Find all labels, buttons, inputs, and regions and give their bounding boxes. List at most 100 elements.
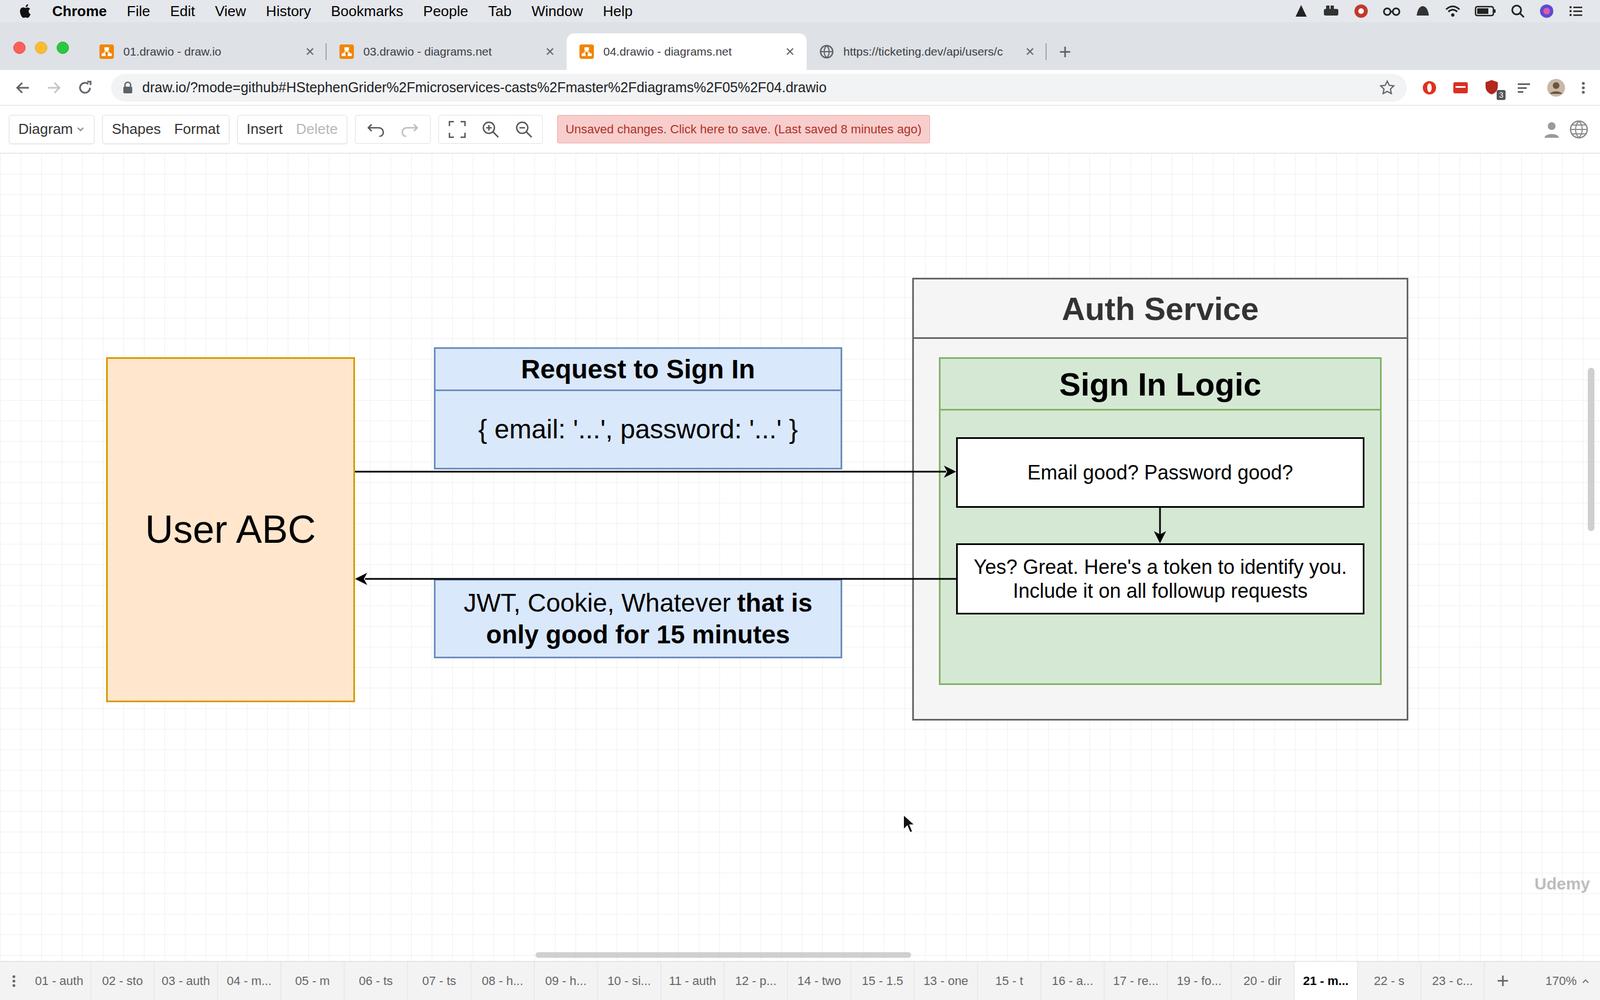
- url-text[interactable]: draw.io/?mode=github#HStephenGrider%2Fmi…: [142, 77, 1379, 99]
- tab-close-button[interactable]: ×: [1025, 43, 1035, 60]
- window-controls: [0, 22, 87, 70]
- forward-icon[interactable]: [45, 79, 63, 97]
- battery-icon[interactable]: [1474, 3, 1497, 19]
- search-icon[interactable]: [1510, 3, 1526, 19]
- page-tab[interactable]: 13 - one: [914, 961, 978, 1000]
- fit-page-icon[interactable]: [447, 120, 467, 139]
- zoom-out-icon[interactable]: [514, 120, 534, 139]
- menu-item[interactable]: File: [126, 0, 150, 23]
- page-tab[interactable]: 05 - m: [281, 961, 345, 1000]
- logic-step-node[interactable]: Yes? Great. Here's a token to identify y…: [956, 543, 1365, 615]
- pages-menu-icon[interactable]: [11, 972, 17, 990]
- address-bar[interactable]: draw.io/?mode=github#HStephenGrider%2Fmi…: [111, 73, 1407, 102]
- menu-item[interactable]: People: [423, 0, 469, 23]
- zoom-in-icon[interactable]: [481, 120, 500, 139]
- browser-tab[interactable]: 01.drawio - draw.io×: [86, 33, 327, 70]
- zoom-window-button[interactable]: [56, 41, 69, 54]
- menu-item[interactable]: View: [215, 0, 247, 23]
- menu-item[interactable]: Tab: [488, 0, 512, 23]
- status-triangle-icon[interactable]: [1293, 3, 1309, 19]
- page-tab-label: 07 - ts: [422, 971, 457, 990]
- toolbar-button[interactable]: Insert: [246, 118, 283, 140]
- menu-item[interactable]: History: [266, 0, 312, 23]
- page-menu[interactable]: [0, 961, 28, 1000]
- menu-item[interactable]: Window: [531, 0, 583, 23]
- shield-extension[interactable]: 3: [1483, 78, 1502, 97]
- page-tab[interactable]: 21 - m...: [1294, 961, 1358, 1000]
- browser-tab[interactable]: 04.drawio - diagrams.net×: [566, 33, 807, 70]
- menu-item[interactable]: Help: [602, 0, 633, 23]
- bookmark-star-icon[interactable]: [1378, 79, 1396, 97]
- page-tab[interactable]: 09 - h...: [534, 961, 598, 1000]
- toolbar-button[interactable]: Format: [173, 118, 220, 140]
- tab-close-button[interactable]: ×: [785, 43, 795, 60]
- page-tab[interactable]: 20 - dir: [1231, 961, 1295, 1000]
- zoom-control[interactable]: 170%: [1545, 961, 1600, 1000]
- page-tab[interactable]: 14 - two: [787, 961, 852, 1000]
- undo-icon[interactable]: [364, 122, 386, 137]
- profile-avatar-icon[interactable]: [1546, 78, 1566, 98]
- save-notice[interactable]: Unsaved changes. Click here to save. (La…: [557, 115, 930, 144]
- sign-in-logic-node[interactable]: Sign In Logic: [938, 357, 1382, 685]
- wifi-icon[interactable]: [1444, 3, 1462, 19]
- reading-list-icon[interactable]: [1515, 79, 1533, 97]
- apple-icon[interactable]: [18, 3, 33, 19]
- page-tab-label: 20 - dir: [1243, 971, 1282, 990]
- page-tab[interactable]: 22 - s: [1357, 961, 1422, 1000]
- diagram-canvas[interactable]: User ABC Request to Sign In{ email: '...'…: [0, 153, 1600, 962]
- vertical-scrollbar[interactable]: [1587, 367, 1595, 532]
- page-tab-label: 11 - auth: [668, 971, 717, 990]
- zoom-caret-icon[interactable]: [1581, 977, 1590, 985]
- page-tab-label: 14 - two: [797, 971, 841, 990]
- browser-tab[interactable]: 03.drawio - diagrams.net×: [326, 33, 567, 70]
- page-tab[interactable]: 15 - 1.5: [851, 961, 915, 1000]
- opera-extension-icon[interactable]: [1421, 79, 1438, 97]
- request-node[interactable]: Request to Sign In{ email: '...', passwo…: [433, 347, 843, 470]
- extension-icon[interactable]: [1452, 79, 1469, 97]
- page-tab[interactable]: 12 - p...: [724, 961, 788, 1000]
- menu-item[interactable]: Bookmarks: [331, 0, 404, 23]
- page-tab[interactable]: 04 - m...: [217, 961, 282, 1000]
- user-node[interactable]: User ABC: [106, 357, 355, 703]
- page-tab[interactable]: 23 - c...: [1421, 961, 1485, 1000]
- tab-close-button[interactable]: ×: [305, 43, 315, 60]
- toolbar-button[interactable]: Shapes: [111, 118, 161, 140]
- toolbar-button[interactable]: Diagram: [18, 118, 85, 140]
- new-tab-button[interactable]: +: [1058, 41, 1072, 63]
- siri-icon[interactable]: [1538, 3, 1555, 19]
- record-icon[interactable]: [1353, 3, 1369, 19]
- app-menu[interactable]: Chrome: [52, 0, 107, 23]
- toolbar-button-label: Insert: [246, 118, 283, 140]
- language-globe-icon[interactable]: [1568, 119, 1589, 140]
- reload-icon[interactable]: [76, 79, 94, 97]
- page-tab[interactable]: 08 - h...: [471, 961, 535, 1000]
- page-tab[interactable]: 17 - re...: [1104, 961, 1168, 1000]
- minimize-window-button[interactable]: [35, 41, 48, 54]
- menu-item[interactable]: Edit: [170, 0, 195, 23]
- chrome-menu-icon[interactable]: [1580, 79, 1587, 97]
- docker-icon[interactable]: [1322, 3, 1340, 19]
- page-tab[interactable]: 15 - t: [977, 961, 1042, 1000]
- close-window-button[interactable]: [13, 41, 26, 54]
- page-tab[interactable]: 03 - auth: [154, 961, 218, 1000]
- page-tab[interactable]: 10 - si...: [597, 961, 662, 1000]
- back-icon[interactable]: [14, 79, 32, 97]
- browser-toolbar: draw.io/?mode=github#HStephenGrider%2Fmi…: [0, 70, 1600, 106]
- horizontal-scrollbar[interactable]: [535, 952, 912, 958]
- page-tab[interactable]: 16 - a...: [1041, 961, 1105, 1000]
- browser-tab[interactable]: https://ticketing.dev/api/users/c×: [806, 33, 1047, 70]
- logic-step-node[interactable]: Email good? Password good?: [956, 437, 1365, 508]
- page-tab[interactable]: 07 - ts: [407, 961, 472, 1000]
- glasses-icon[interactable]: [1382, 3, 1402, 19]
- page-tab[interactable]: 19 - fo...: [1167, 961, 1232, 1000]
- cloud-icon[interactable]: [1414, 3, 1432, 19]
- page-tab[interactable]: 06 - ts: [344, 961, 408, 1000]
- page-tab[interactable]: 11 - auth: [661, 961, 725, 1000]
- page-tab[interactable]: 02 - sto: [91, 961, 155, 1000]
- add-page-button[interactable]: +: [1496, 961, 1509, 1000]
- page-tab[interactable]: 01 - auth: [27, 961, 92, 1000]
- user-icon[interactable]: [1542, 120, 1562, 139]
- notification-center-icon[interactable]: [1567, 3, 1584, 19]
- response-node[interactable]: JWT, Cookie, Whateverthat is only good f…: [433, 578, 843, 659]
- tab-close-button[interactable]: ×: [545, 43, 555, 60]
